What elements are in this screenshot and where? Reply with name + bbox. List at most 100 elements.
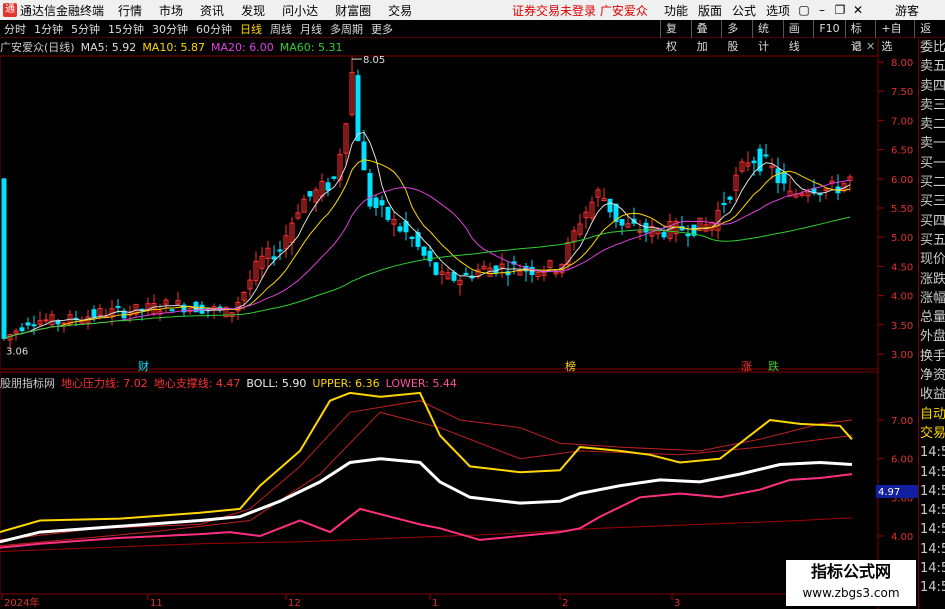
candle-body bbox=[685, 233, 691, 237]
ma60-line bbox=[3, 216, 851, 339]
side-panel-item[interactable]: 涨跌 bbox=[919, 270, 945, 289]
candle-body bbox=[727, 196, 733, 200]
side-panel-item[interactable]: 买一 bbox=[919, 154, 945, 173]
close-chart-icon[interactable]: ✕ bbox=[866, 40, 875, 53]
x-tick-label: 12 bbox=[288, 598, 301, 609]
low-label: 3.06 bbox=[6, 346, 28, 357]
pressure-line-value: 地心压力线: 7.02 bbox=[61, 377, 148, 390]
back-button[interactable]: 返回 bbox=[914, 20, 945, 53]
y-tick-label: 4.00 bbox=[891, 292, 913, 303]
side-panel-item[interactable]: 自动 bbox=[919, 405, 945, 424]
x-tick-label: 2 bbox=[562, 598, 568, 609]
candle-body bbox=[277, 249, 283, 252]
marker-fall[interactable]: 跌 bbox=[768, 358, 779, 374]
sub-y-tick-label: 7.00 bbox=[891, 416, 913, 427]
y-tick-label: 7.50 bbox=[891, 87, 913, 98]
main-chart-info: 广安爱众(日线) MA5: 5.92 MA10: 5.87 MA20: 6.00… bbox=[0, 38, 880, 56]
candle-body bbox=[397, 226, 403, 232]
ma60-value: MA60: 5.31 bbox=[279, 40, 343, 54]
watermark-title: 指标公式网 bbox=[810, 562, 891, 581]
candle-body bbox=[409, 236, 415, 240]
side-panel-item[interactable]: 换手 bbox=[919, 347, 945, 366]
side-panel-item[interactable]: 交易 bbox=[919, 424, 945, 443]
y-tick-label: 3.50 bbox=[891, 321, 913, 332]
candle-body bbox=[817, 193, 823, 196]
side-panel-item[interactable]: 14:56 bbox=[919, 559, 945, 578]
support-line bbox=[0, 517, 853, 552]
side-panel-item[interactable]: 14:56 bbox=[919, 463, 945, 482]
candle-body bbox=[751, 160, 757, 164]
side-panel-item[interactable]: 卖三 bbox=[919, 96, 945, 115]
side-panel-item[interactable]: 外盘 bbox=[919, 327, 945, 346]
y-tick-label: 4.50 bbox=[891, 262, 913, 273]
side-panel-item[interactable]: 净资 bbox=[919, 366, 945, 385]
candle-body bbox=[451, 271, 457, 281]
side-panel-item[interactable]: 现价 bbox=[919, 250, 945, 269]
x-tick-label: 3 bbox=[674, 598, 680, 609]
side-panel-item[interactable]: 14:56 bbox=[919, 578, 945, 597]
side-panel-item[interactable]: 买二 bbox=[919, 173, 945, 192]
ma10-value: MA10: 5.87 bbox=[142, 40, 206, 54]
candle-body bbox=[721, 203, 727, 206]
side-panel-item[interactable]: 卖二 bbox=[919, 115, 945, 134]
ma5-value: MA5: 5.92 bbox=[80, 40, 137, 54]
side-panel-item[interactable]: 委比 bbox=[919, 38, 945, 57]
cursor-value-label: 4.97 bbox=[878, 487, 900, 498]
boll-mid-line bbox=[0, 457, 853, 544]
y-tick-label: 8.00 bbox=[891, 58, 913, 69]
indicator-info: 股朋指标网 地心压力线: 7.02 地心支撑线: 4.47 BOLL: 5.90… bbox=[0, 375, 463, 391]
marker-list[interactable]: 榜 bbox=[565, 358, 576, 374]
side-panel-item[interactable]: 14:56 bbox=[919, 443, 945, 462]
marker-rise[interactable]: 涨 bbox=[741, 358, 752, 374]
x-tick-label: 11 bbox=[150, 598, 163, 609]
candle-body bbox=[271, 256, 277, 260]
candle-body bbox=[385, 206, 391, 220]
side-panel-item[interactable]: 涨幅 bbox=[919, 289, 945, 308]
side-panel-item[interactable]: 卖五 bbox=[919, 57, 945, 76]
side-panel-item[interactable]: 买三 bbox=[919, 192, 945, 211]
candle-body bbox=[493, 265, 499, 274]
candle-body bbox=[325, 182, 331, 191]
candle-body bbox=[433, 262, 439, 275]
candle-body bbox=[637, 230, 643, 233]
y-tick-label: 6.50 bbox=[891, 146, 913, 157]
side-panel-item[interactable]: 14:56 bbox=[919, 501, 945, 520]
candle-body bbox=[367, 172, 373, 207]
candle-body bbox=[25, 322, 31, 326]
high-label: 8.05 bbox=[363, 55, 385, 66]
x-tick-label: 1 bbox=[432, 598, 438, 609]
settings-icon[interactable]: ⚙ bbox=[852, 40, 862, 53]
quote-side-panel: 委比 卖五 卖四 卖三 卖二 卖一 买一 买二 买三 买四 买五 现价 涨跌 涨幅 总量 外盘 换手 净资 收益 自动… bbox=[918, 38, 945, 609]
candle-body bbox=[661, 232, 667, 238]
side-panel-item[interactable]: 卖一 bbox=[919, 134, 945, 153]
sub-y-tick-label: 6.00 bbox=[891, 455, 913, 466]
side-panel-item[interactable]: 买五 bbox=[919, 231, 945, 250]
candle-body bbox=[61, 322, 67, 325]
candle-body bbox=[763, 154, 769, 157]
candle-body bbox=[1, 178, 7, 339]
candle-body bbox=[379, 200, 385, 206]
side-panel-item[interactable]: 14:56 bbox=[919, 482, 945, 501]
y-tick-label: 5.50 bbox=[891, 204, 913, 215]
y-tick-label: 7.00 bbox=[891, 116, 913, 127]
side-panel-item[interactable]: 买四 bbox=[919, 212, 945, 231]
candle-body bbox=[643, 222, 649, 233]
marker-finance[interactable]: 财 bbox=[138, 358, 149, 374]
kline-chart[interactable]: 8.00 7.50 7.00 6.50 6.00 5.50 5.00 4.50 4.00 3.50… bbox=[0, 0, 918, 609]
indicator-title[interactable]: 股朋指标网 bbox=[0, 375, 55, 391]
side-panel-item[interactable]: 卖四 bbox=[919, 77, 945, 96]
ma20-value: MA20: 6.00 bbox=[211, 40, 274, 54]
watermark: 指标公式网 www.zbgs3.com bbox=[786, 560, 916, 606]
y-tick-label: 3.00 bbox=[891, 350, 913, 361]
side-panel-item[interactable]: 总量 bbox=[919, 308, 945, 327]
side-panel-item[interactable]: 收益 bbox=[919, 385, 945, 404]
candle-body bbox=[373, 197, 379, 209]
side-panel-item[interactable]: 14:56 bbox=[919, 520, 945, 539]
candle-body bbox=[91, 309, 97, 318]
upper-value: UPPER: 6.36 bbox=[312, 376, 380, 390]
candle-body bbox=[361, 141, 367, 171]
side-panel-item[interactable]: 14:56 bbox=[919, 540, 945, 559]
candle-body bbox=[619, 218, 625, 226]
support-line-value: 地心支撑线: 4.47 bbox=[153, 377, 241, 390]
candle-body bbox=[19, 327, 25, 332]
